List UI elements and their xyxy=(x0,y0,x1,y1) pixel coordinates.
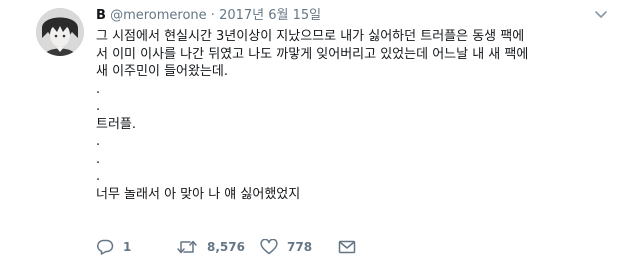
reply-count: 1 xyxy=(123,240,132,254)
tweet-text-line: . xyxy=(96,134,101,149)
tweet: B @meromerone · 2017년 6월 15일 그 시점에서 현실시간… xyxy=(0,0,630,270)
envelope-icon xyxy=(338,240,356,254)
tweet-text-line: 그 시점에서 현실시간 3년이상이 지났으므로 내가 싫어하던 트러플은 동생 … xyxy=(96,29,525,44)
tweet-text-line: 서 이미 이사를 나간 뒤였고 나도 까맣게 잊어버리고 있었는데 어느날 내 … xyxy=(96,46,529,62)
tweet-text-line: . xyxy=(96,99,101,114)
avatar[interactable] xyxy=(36,8,84,56)
like-button[interactable]: 778 xyxy=(260,238,312,256)
display-name[interactable]: B xyxy=(96,8,106,23)
tweet-text-line: . xyxy=(96,169,101,184)
reply-button[interactable]: 1 xyxy=(96,238,131,256)
tweet-text-line: 새 이주민이 들어왔는데. xyxy=(96,64,228,79)
retweet-icon xyxy=(177,240,197,254)
user-handle[interactable]: @meromerone xyxy=(110,8,207,23)
heart-icon xyxy=(260,239,278,255)
retweet-button[interactable]: 8,576 xyxy=(176,238,245,256)
tweet-date[interactable]: 2017년 6월 15일 xyxy=(219,8,321,23)
like-count: 778 xyxy=(287,240,313,254)
chevron-down-icon[interactable] xyxy=(594,10,608,20)
reply-icon xyxy=(97,239,114,255)
retweet-count: 8,576 xyxy=(207,240,245,254)
tweet-text-line: 너무 놀래서 아 맞아 나 얘 싫어했었지 xyxy=(96,186,301,202)
tweet-header: B @meromerone · 2017년 6월 15일 xyxy=(96,8,321,24)
tweet-text: 그 시점에서 현실시간 3년이상이 지났으므로 내가 싫어하던 트러플은 동생 … xyxy=(96,28,616,203)
tweet-text-line: . xyxy=(96,81,101,97)
direct-message-button[interactable] xyxy=(338,238,356,256)
header-separator: · xyxy=(210,8,215,23)
tweet-text-line: . xyxy=(96,151,101,167)
tweet-text-line: 트러플. xyxy=(96,116,137,132)
